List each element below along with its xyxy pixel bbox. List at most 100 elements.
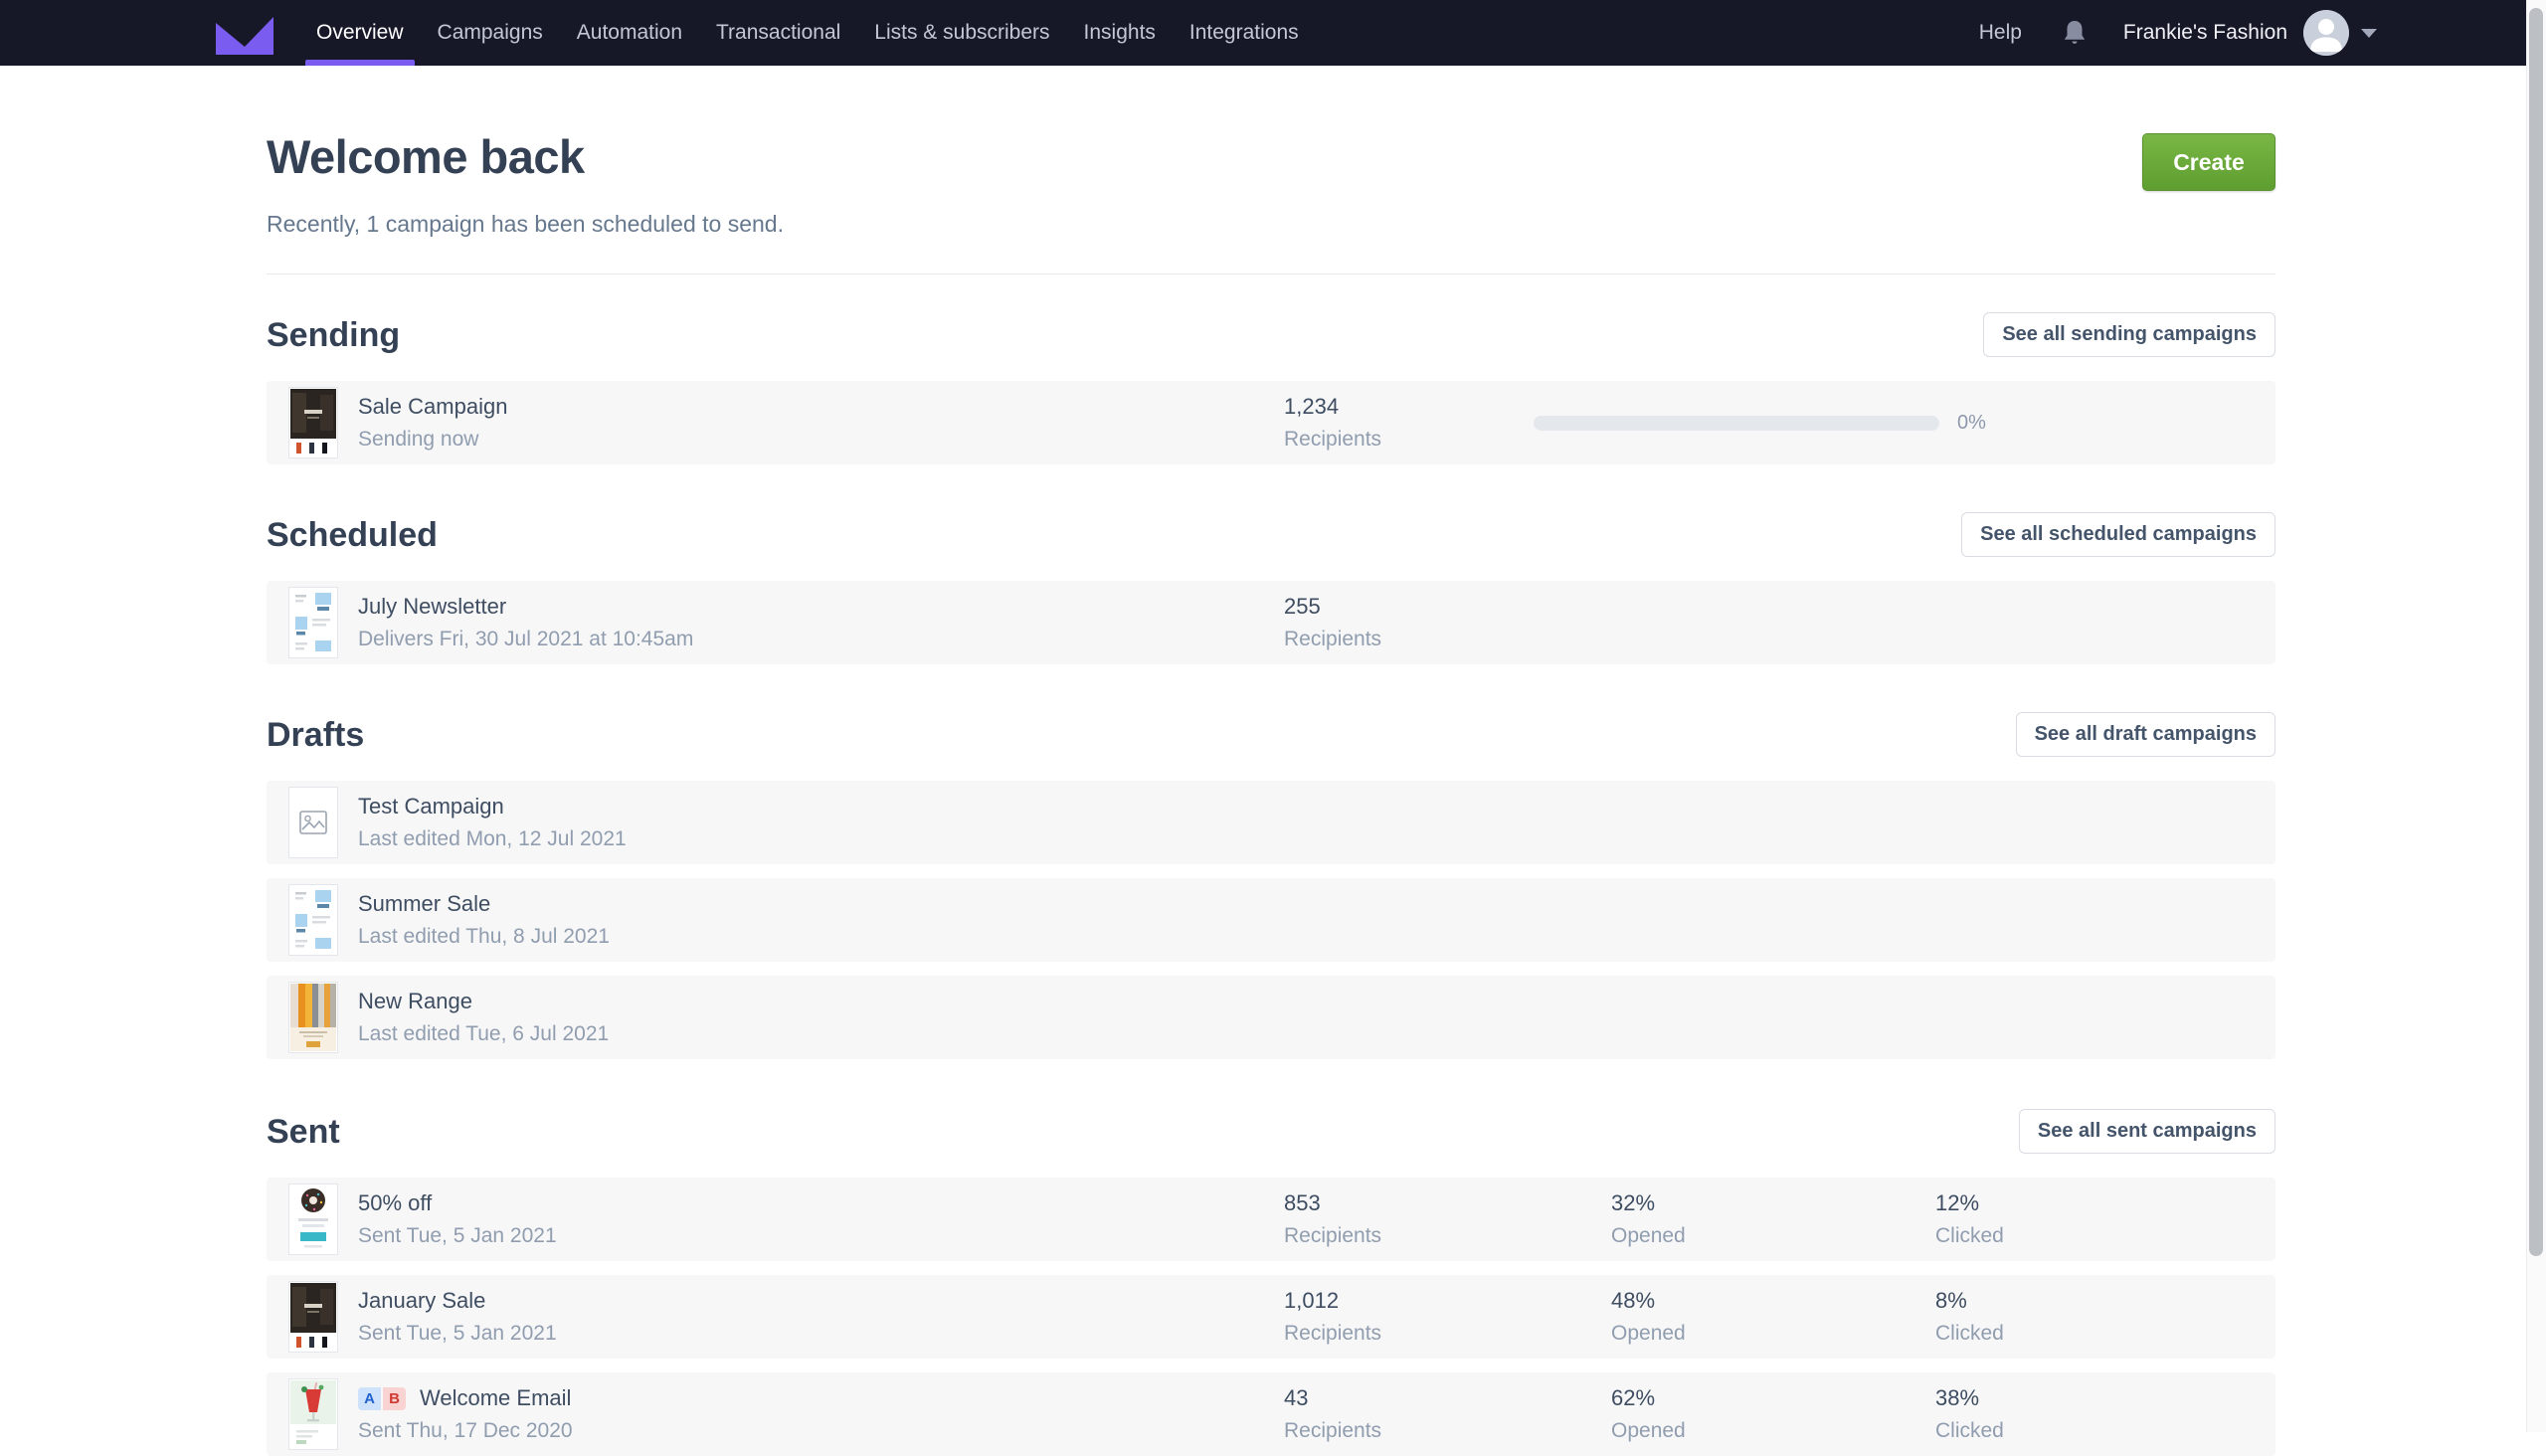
account-name: Frankie's Fashion (2123, 21, 2287, 45)
page-subtitle: Recently, 1 campaign has been scheduled … (267, 211, 784, 238)
ab-badge-b: B (383, 1387, 406, 1410)
scrollbar[interactable] (2526, 0, 2546, 1432)
campaign-row-sale-campaign[interactable]: Sale Campaign Sending now 1,234 Recipien… (267, 381, 2275, 464)
campaign-name: July Newsletter (358, 594, 506, 620)
newsletter-layout-thumbnail (288, 884, 338, 956)
recipients-label: Recipients (1284, 1223, 1611, 1248)
recipients-label: Recipients (1284, 627, 1611, 651)
scheduled-section-header: Scheduled See all scheduled campaigns (267, 512, 2275, 557)
nav-item-label: Integrations (1189, 21, 1299, 45)
recipients-count: 853 (1284, 1190, 1611, 1216)
nav-item-insights[interactable]: Insights (1067, 0, 1173, 66)
clicked-label: Clicked (1935, 1223, 2004, 1248)
nav-item-label: Overview (316, 21, 404, 45)
campaign-status: Sent Tue, 5 Jan 2021 (358, 1321, 1284, 1346)
clicked-percent: 38% (1935, 1385, 2004, 1411)
nav-item-overview[interactable]: Overview (299, 0, 421, 66)
scheduled-rows: July Newsletter Delivers Fri, 30 Jul 202… (267, 581, 2275, 664)
campaign-status: Sent Thu, 17 Dec 2020 (358, 1418, 1284, 1443)
bell-icon[interactable] (2062, 19, 2088, 47)
logo-mark-icon (214, 10, 275, 56)
recipients-count: 43 (1284, 1385, 1611, 1411)
drafts-section-header: Drafts See all draft campaigns (267, 712, 2275, 757)
campaign-row-50-percent-off[interactable]: 50% off Sent Tue, 5 Jan 2021 853 Recipie… (267, 1178, 2275, 1261)
person-avatar-icon (2303, 10, 2349, 56)
nav-item-campaigns[interactable]: Campaigns (421, 0, 560, 66)
campaign-row-january-sale[interactable]: January Sale Sent Tue, 5 Jan 2021 1,012 … (267, 1275, 2275, 1359)
campaign-status: Delivers Fri, 30 Jul 2021 at 10:45am (358, 627, 1284, 651)
donut-photo-thumbnail (288, 1183, 338, 1255)
campaign-status: Sent Tue, 5 Jan 2021 (358, 1223, 1284, 1248)
image-placeholder-thumbnail (288, 787, 338, 858)
campaign-status: Last edited Mon, 12 Jul 2021 (358, 826, 1284, 851)
campaign-name: Summer Sale (358, 891, 490, 917)
campaign-name: January Sale (358, 1288, 485, 1314)
campaign-row-welcome-email[interactable]: A B Welcome Email Sent Thu, 17 Dec 2020 … (267, 1372, 2275, 1456)
clicked-label: Clicked (1935, 1321, 2004, 1346)
nav-item-label: Campaigns (438, 21, 543, 45)
campaign-name: Test Campaign (358, 794, 504, 819)
newsletter-layout-thumbnail (288, 587, 338, 658)
ab-badge-a: A (358, 1387, 381, 1410)
nav-item-label: Transactional (716, 21, 840, 45)
see-all-drafts-button[interactable]: See all draft campaigns (2016, 712, 2275, 757)
page-header: Welcome back Recently, 1 campaign has be… (267, 66, 2275, 238)
sent-rows: 50% off Sent Tue, 5 Jan 2021 853 Recipie… (267, 1178, 2275, 1456)
campaign-monitor-logo[interactable] (214, 10, 275, 56)
sent-section-title: Sent (267, 1111, 340, 1153)
opened-label: Opened (1611, 1223, 1935, 1248)
campaign-row-new-range[interactable]: New Range Last edited Tue, 6 Jul 2021 (267, 976, 2275, 1059)
opened-percent: 48% (1611, 1288, 1935, 1314)
account-menu[interactable]: Frankie's Fashion (2123, 10, 2377, 56)
scheduled-section-title: Scheduled (267, 514, 438, 556)
recipients-label: Recipients (1284, 1418, 1611, 1443)
recipients-count: 255 (1284, 594, 1611, 620)
main-content: Welcome back Recently, 1 campaign has be… (267, 66, 2275, 1456)
opened-label: Opened (1611, 1418, 1935, 1443)
strawberry-drink-photo-thumbnail (288, 1378, 338, 1450)
sent-section-header: Sent See all sent campaigns (267, 1109, 2275, 1154)
opened-percent: 62% (1611, 1385, 1935, 1411)
help-link[interactable]: Help (1979, 21, 2022, 45)
ab-test-badge: A B (358, 1387, 406, 1410)
see-all-scheduled-button[interactable]: See all scheduled campaigns (1961, 512, 2275, 557)
nav-item-transactional[interactable]: Transactional (699, 0, 857, 66)
nav-item-integrations[interactable]: Integrations (1173, 0, 1316, 66)
nav-items: Overview Campaigns Automation Transactio… (299, 0, 1316, 66)
campaign-row-test-campaign[interactable]: Test Campaign Last edited Mon, 12 Jul 20… (267, 781, 2275, 864)
sending-section-title: Sending (267, 314, 400, 356)
campaign-status: Last edited Tue, 6 Jul 2021 (358, 1021, 1284, 1046)
see-all-sending-button[interactable]: See all sending campaigns (1983, 312, 2275, 357)
recipients-label: Recipients (1284, 427, 1534, 452)
dark-fashion-photo-thumbnail (288, 387, 338, 458)
sending-progress-percent: 0% (1957, 412, 1986, 435)
clothing-photo-thumbnail (288, 982, 338, 1053)
clicked-percent: 8% (1935, 1288, 2004, 1314)
scrollbar-thumb[interactable] (2529, 8, 2543, 1256)
nav-item-lists-subscribers[interactable]: Lists & subscribers (857, 0, 1066, 66)
drafts-section-title: Drafts (267, 714, 364, 756)
top-navigation: Overview Campaigns Automation Transactio… (0, 0, 2546, 66)
campaign-name: Sale Campaign (358, 394, 507, 420)
nav-item-label: Lists & subscribers (874, 21, 1049, 45)
opened-label: Opened (1611, 1321, 1935, 1346)
page-title: Welcome back (267, 129, 784, 185)
campaign-status: Sending now (358, 427, 1284, 452)
sending-rows: Sale Campaign Sending now 1,234 Recipien… (267, 381, 2275, 464)
chevron-down-icon (2361, 29, 2377, 38)
recipients-count: 1,012 (1284, 1288, 1611, 1314)
drafts-rows: Test Campaign Last edited Mon, 12 Jul 20… (267, 781, 2275, 1059)
nav-right-group: Help Frankie's Fashion (1979, 10, 2377, 56)
nav-item-label: Insights (1084, 21, 1156, 45)
opened-percent: 32% (1611, 1190, 1935, 1216)
see-all-sent-button[interactable]: See all sent campaigns (2019, 1109, 2275, 1154)
create-button[interactable]: Create (2142, 133, 2275, 191)
recipients-label: Recipients (1284, 1321, 1611, 1346)
campaign-row-summer-sale[interactable]: Summer Sale Last edited Thu, 8 Jul 2021 (267, 878, 2275, 962)
campaign-name: New Range (358, 989, 472, 1014)
clicked-percent: 12% (1935, 1190, 2004, 1216)
nav-item-automation[interactable]: Automation (560, 0, 699, 66)
campaign-status: Last edited Thu, 8 Jul 2021 (358, 924, 1284, 949)
campaign-name: 50% off (358, 1190, 432, 1216)
campaign-row-july-newsletter[interactable]: July Newsletter Delivers Fri, 30 Jul 202… (267, 581, 2275, 664)
